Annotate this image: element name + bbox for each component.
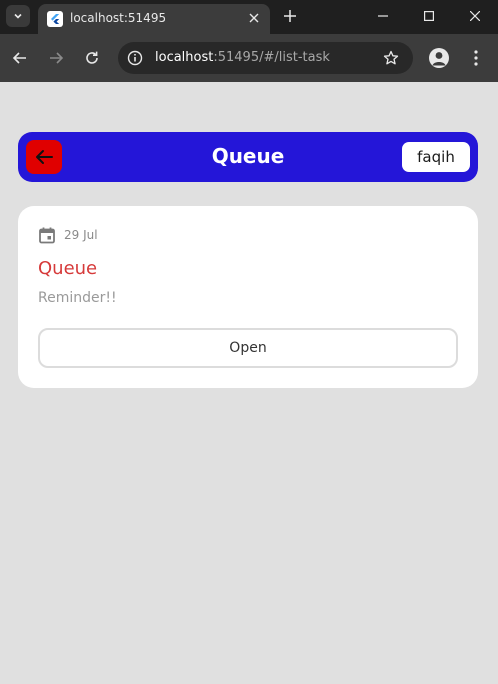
profile-avatar-icon[interactable] xyxy=(429,48,449,68)
task-date: 29 Jul xyxy=(64,228,98,242)
app-header: Queue faqih xyxy=(18,132,478,182)
back-nav-icon[interactable] xyxy=(10,48,30,68)
reload-icon[interactable] xyxy=(82,48,102,68)
flutter-favicon-icon xyxy=(47,11,63,27)
url-path: :51495/#/list-task xyxy=(213,50,330,65)
bookmark-star-icon[interactable] xyxy=(382,49,400,67)
site-info-icon[interactable] xyxy=(127,50,143,66)
app-viewport: Queue faqih 29 Jul Queue Reminder!! Open xyxy=(0,82,498,684)
calendar-icon xyxy=(39,227,55,244)
tab-title: localhost:51495 xyxy=(70,11,167,25)
url-text: localhost:51495/#/list-task xyxy=(155,50,330,65)
open-task-button[interactable]: Open xyxy=(38,328,458,368)
browser-toolbar: localhost:51495/#/list-task xyxy=(0,34,498,82)
new-tab-icon[interactable] xyxy=(281,7,299,25)
close-window-icon[interactable] xyxy=(466,7,484,25)
task-description: Reminder!! xyxy=(38,290,117,306)
tab-search-button[interactable] xyxy=(6,5,30,27)
close-tab-icon[interactable] xyxy=(247,11,261,25)
url-host: localhost xyxy=(155,50,214,65)
browser-tab[interactable]: localhost:51495 xyxy=(38,4,270,34)
browser-tab-strip: localhost:51495 xyxy=(0,0,498,34)
forward-nav-icon[interactable] xyxy=(46,48,66,68)
chevron-down-icon xyxy=(14,13,22,19)
task-card: 29 Jul Queue Reminder!! Open xyxy=(18,206,478,388)
more-menu-icon[interactable] xyxy=(466,48,486,68)
address-bar[interactable]: localhost:51495/#/list-task xyxy=(118,42,413,74)
minimize-icon[interactable] xyxy=(374,7,392,25)
user-name-chip[interactable]: faqih xyxy=(402,142,470,172)
maximize-icon[interactable] xyxy=(420,7,438,25)
task-title: Queue xyxy=(38,258,98,279)
